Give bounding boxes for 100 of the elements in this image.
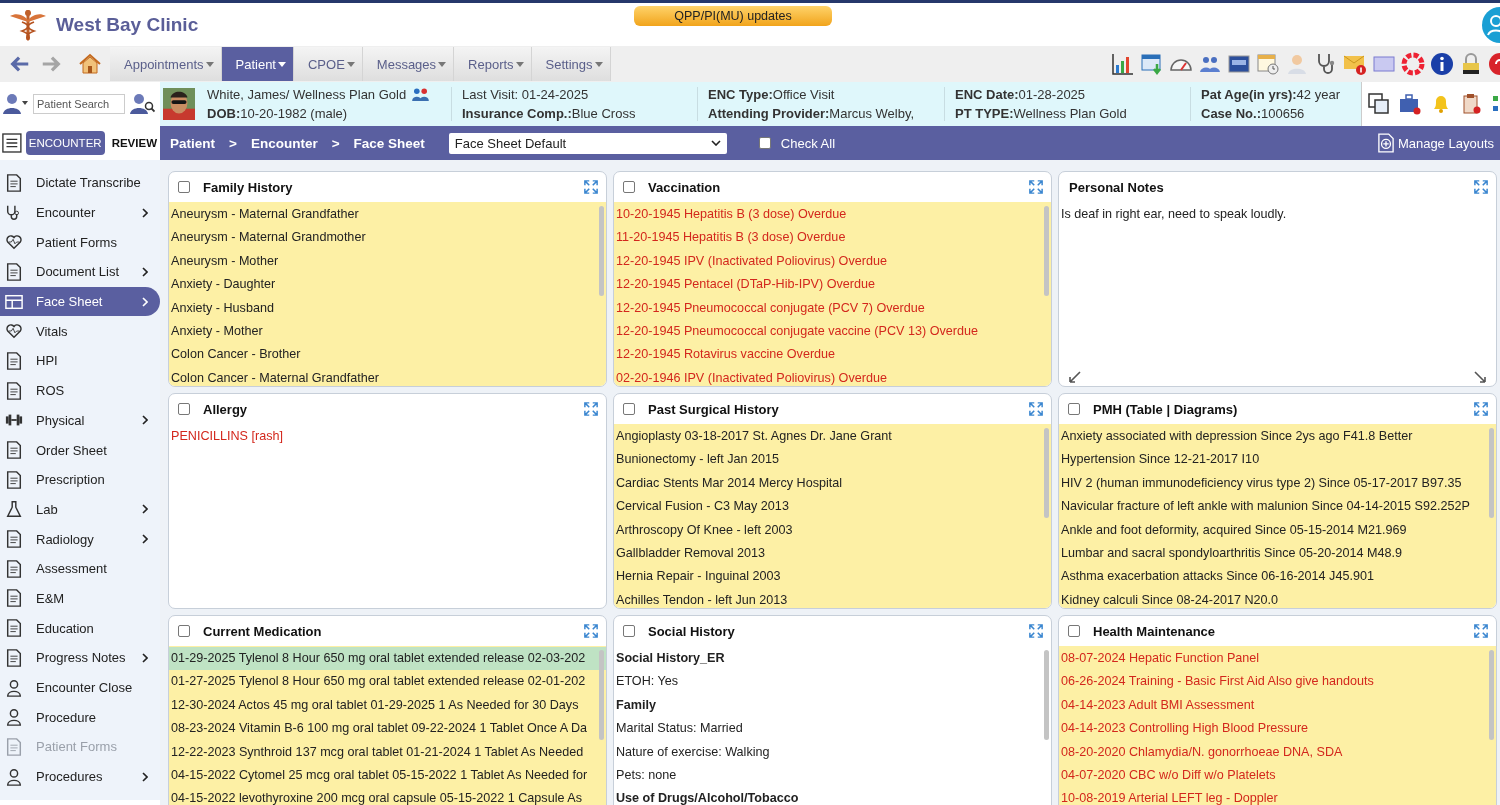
list-entry: Nature of exercise: Walking bbox=[615, 743, 771, 761]
list-entry: Use of Drugs/Alcohol/Tobacco bbox=[615, 790, 800, 805]
panel-title: Family History bbox=[203, 179, 293, 195]
panel-title: Current Medication bbox=[203, 623, 322, 639]
list-entry: Colon Cancer - Brother bbox=[170, 346, 302, 364]
patient-search-field[interactable]: Patient Search bbox=[33, 94, 125, 114]
sidebar-item[interactable]: Physical bbox=[0, 405, 160, 436]
sidebar-item[interactable]: Procedure bbox=[0, 702, 160, 733]
sidebar-item[interactable]: Radiology bbox=[0, 524, 160, 554]
sidebar-item[interactable]: Education bbox=[0, 613, 160, 643]
list-entry: Cervical Fusion - C3 May 2013 bbox=[615, 498, 790, 516]
sidebar-item[interactable]: Dictate Transcribe bbox=[0, 168, 160, 198]
manage-layouts-button[interactable]: Manage Layouts bbox=[1377, 133, 1494, 153]
list-entry: Anxiety associated with depression Since 2ys ago F41.8 Better bbox=[1060, 428, 1414, 445]
list-entry: 04-14-2023 Controlling High Blood Pressure bbox=[1060, 720, 1310, 738]
breadcrumb-separator: > bbox=[229, 135, 237, 151]
sidebar-item[interactable]: Assessment bbox=[0, 553, 160, 584]
list-entry: Cardiac Stents Mar 2014 Mercy Hospital bbox=[615, 474, 844, 492]
menu-tab[interactable]: CPOE bbox=[294, 47, 363, 81]
patient-detail: ENC Type:Office Visit bbox=[708, 87, 835, 102]
sidebar-item[interactable]: Order Sheet bbox=[0, 435, 160, 465]
list-entry: Ankle and foot deformity, acquired Since 05-15-2014 M21.969 bbox=[1060, 521, 1408, 539]
sidebar-item[interactable]: Encounter Close bbox=[0, 672, 160, 703]
check-all-label: Check All bbox=[780, 135, 836, 151]
list-entry: Achilles Tendon - left Jun 2013 bbox=[615, 591, 789, 608]
mode-tab[interactable]: ENCOUNTER bbox=[25, 131, 105, 155]
sidebar-item[interactable]: Vitals bbox=[0, 316, 160, 347]
list-entry: 08-23-2024 Vitamin B-6 100 mg oral tablet 09-22-2024 1 Tablet Once A Da bbox=[170, 720, 589, 738]
list-entry: 02-20-1946 IPV (Inactivated Poliovirus) Overdue bbox=[615, 369, 888, 386]
list-entry: Kidney calculi Since 08-24-2017 N20.0 bbox=[1060, 591, 1280, 608]
list-entry: 04-14-2023 Adult BMI Assessment bbox=[1060, 696, 1256, 714]
list-entry: Anxiety - Daughter bbox=[170, 276, 277, 294]
list-entry: 06-26-2024 Training - Basic First Aid Also give handouts bbox=[1060, 673, 1375, 691]
breadcrumb-link[interactable]: Encounter bbox=[250, 135, 318, 151]
sidebar-item[interactable]: Patient Forms bbox=[0, 227, 160, 258]
sidebar-item[interactable]: ROS bbox=[0, 375, 160, 406]
list-entry: Colon Cancer - Maternal Grandfather bbox=[170, 369, 380, 386]
panel-title: Social History bbox=[648, 623, 735, 639]
patient-detail: Last Visit: 01-24-2025 bbox=[462, 87, 589, 102]
patient-detail: Pat Age(in yrs):42 year bbox=[1201, 87, 1340, 102]
list-entry: PENICILLINS [rash] bbox=[170, 428, 284, 445]
breadcrumb-link[interactable]: Face Sheet bbox=[353, 135, 425, 151]
list-entry: 11-20-1945 Hepatitis B (3 dose) Overdue bbox=[615, 229, 847, 247]
sidebar-item[interactable]: Lab bbox=[0, 494, 160, 525]
list-entry: Angioplasty 03-18-2017 St. Agnes Dr. Jane Grant bbox=[615, 428, 893, 445]
list-entry: Family bbox=[615, 696, 657, 714]
list-entry: Pets: none bbox=[615, 766, 678, 784]
sidebar-item[interactable]: Encounter bbox=[0, 197, 160, 228]
list-entry: Aneurysm - Maternal Grandmother bbox=[170, 229, 367, 247]
patient-detail: Case No.:100656 bbox=[1201, 106, 1305, 121]
mode-tab[interactable]: REVIEW bbox=[108, 131, 160, 155]
list-entry: 12-20-1945 Pentacel (DTaP-Hib-IPV) Overdue bbox=[615, 276, 876, 294]
sidebar-item[interactable]: HPI bbox=[0, 346, 160, 376]
list-entry: 08-20-2020 Chlamydia/N. gonorrhoeae DNA, SDA bbox=[1060, 743, 1344, 761]
menu-tab[interactable]: Patient bbox=[221, 47, 294, 81]
list-entry: 12-22-2023 Synthroid 137 mcg oral tablet 01-21-2024 1 Tablet As Needed bbox=[170, 743, 585, 761]
sidebar-item[interactable]: Procedures bbox=[0, 761, 160, 792]
clinic-title: West Bay Clinic bbox=[56, 13, 199, 36]
patient-detail: Insurance Comp.:Blue Cross bbox=[462, 106, 636, 121]
layout-dropdown[interactable]: Face Sheet Default bbox=[448, 132, 727, 154]
list-entry: Hernia Repair - Inguinal 2003 bbox=[615, 568, 782, 586]
sidebar-item[interactable]: Document List bbox=[0, 257, 160, 287]
menu-tab[interactable]: Appointments bbox=[110, 47, 222, 81]
list-entry: Bunionectomy - left Jan 2015 bbox=[615, 451, 781, 469]
panel-title: Past Surgical History bbox=[648, 401, 779, 417]
menu-tab[interactable]: Messages bbox=[362, 47, 455, 81]
list-entry: Marital Status: Married bbox=[615, 720, 744, 738]
breadcrumb-link[interactable]: Patient bbox=[170, 135, 215, 151]
list-entry: Anxiety - Mother bbox=[170, 322, 264, 340]
menu-tab[interactable]: Settings bbox=[531, 47, 611, 81]
list-entry: Anxiety - Husband bbox=[170, 299, 275, 317]
list-entry: Navicular fracture of left ankle with malunion Since 04-14-2015 S92.252P bbox=[1060, 498, 1471, 516]
list-entry: 01-29-2025 Tylenol 8 Hour 650 mg oral tablet extended release 02-03-202 bbox=[169, 647, 606, 671]
list-entry: Social History_ER bbox=[615, 650, 726, 667]
patient-detail: ENC Date:01-28-2025 bbox=[955, 87, 1086, 102]
list-entry: 08-07-2024 Hepatic Function Panel bbox=[1060, 650, 1261, 667]
menu-tab[interactable]: Reports bbox=[454, 47, 532, 81]
list-entry: 10-08-2019 Arterial LEFT leg - Doppler bbox=[1060, 790, 1279, 805]
panel-title: Vaccination bbox=[648, 179, 721, 195]
panel-title: Health Maintenance bbox=[1093, 623, 1216, 639]
panel-title: Personal Notes bbox=[1069, 179, 1164, 195]
list-entry: Lumbar and sacral spondyloarthritis Since 05-20-2014 M48.9 bbox=[1060, 544, 1403, 562]
sidebar-item[interactable]: Face Sheet bbox=[0, 286, 160, 317]
list-entry: ETOH: Yes bbox=[615, 673, 680, 691]
list-entry: 04-07-2020 CBC w/o Diff w/o Platelets bbox=[1060, 766, 1277, 784]
patient-detail: PT TYPE:Wellness Plan Gold bbox=[955, 106, 1127, 121]
list-entry: 12-20-1945 Pneumococcal conjugate (PCV 7) Overdue bbox=[615, 299, 926, 317]
list-entry: 10-20-1945 Hepatitis B (3 dose) Overdue bbox=[615, 206, 848, 223]
sidebar-item[interactable]: E&M bbox=[0, 583, 160, 614]
sidebar-item[interactable]: Prescription bbox=[0, 464, 160, 495]
list-entry: 12-30-2024 Actos 45 mg oral tablet 01-29-2025 1 As Needed for 30 Days bbox=[170, 696, 580, 714]
list-entry: Hypertension Since 12-21-2017 I10 bbox=[1060, 451, 1261, 469]
list-entry: Is deaf in right ear, need to speak loudly. bbox=[1060, 206, 1288, 223]
list-entry: 04-15-2022 Cytomel 25 mcg oral tablet 05-15-2022 1 Tablet As Needed for bbox=[170, 766, 589, 784]
list-entry: Aneurysm - Mother bbox=[170, 252, 280, 270]
sidebar-item[interactable]: Progress Notes bbox=[0, 643, 160, 673]
list-entry: 01-27-2025 Tylenol 8 Hour 650 mg oral tablet extended release 02-01-202 bbox=[170, 673, 587, 691]
updates-banner[interactable]: QPP/PI(MU) updates bbox=[634, 6, 832, 26]
patient-detail: DOB:10-20-1982 (male) bbox=[207, 106, 348, 121]
list-entry: Gallbladder Removal 2013 bbox=[615, 544, 767, 562]
